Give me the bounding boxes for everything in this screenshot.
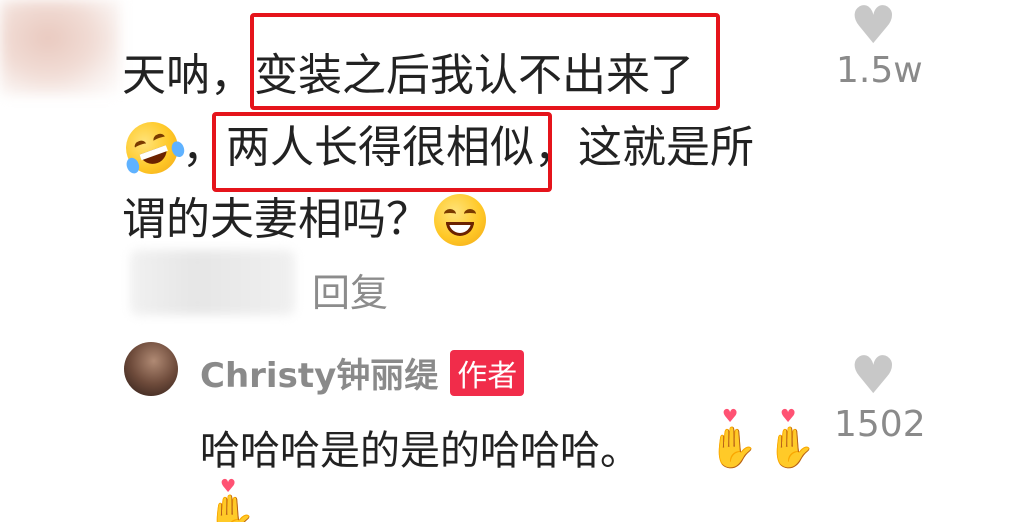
finger-heart-icon: ♥ ✋ bbox=[708, 406, 758, 471]
highlight-box-1 bbox=[250, 13, 720, 110]
heart-icon: ♥ bbox=[850, 0, 897, 48]
avatar[interactable] bbox=[124, 342, 178, 396]
comment-line-3: 谓的夫妻相吗？ bbox=[122, 184, 822, 256]
reply-like-button[interactable]: ♥ bbox=[850, 350, 910, 402]
reply-text: 哈哈哈是的是的哈哈哈。 bbox=[200, 418, 640, 476]
comment-line3-text: 谓的夫妻相吗？ bbox=[122, 194, 430, 245]
reply-header: Christy钟丽缇 作者 bbox=[200, 348, 525, 397]
reply-text-content: 哈哈哈是的是的哈哈哈。 bbox=[200, 428, 640, 474]
blurred-avatar bbox=[0, 0, 120, 95]
reply-username[interactable]: Christy钟丽缇 bbox=[200, 348, 438, 397]
author-badge: 作者 bbox=[450, 349, 525, 396]
comment-line1-prefix: 天呐， bbox=[122, 50, 254, 101]
highlight-box-2 bbox=[212, 112, 552, 192]
finger-heart-icon: ♥ ✋ bbox=[206, 478, 250, 522]
finger-heart-icon: ♥ ✋ bbox=[766, 406, 816, 471]
blurred-username bbox=[130, 250, 295, 315]
grinning-emoji-icon bbox=[434, 194, 486, 246]
comment-line2-suffix: ，这就是所 bbox=[534, 122, 754, 173]
like-button[interactable]: ♥ bbox=[850, 0, 910, 48]
reply-button[interactable]: 回复 bbox=[312, 262, 388, 317]
reply-like-count: 1502 bbox=[834, 404, 926, 445]
like-count: 1.5w bbox=[836, 50, 923, 91]
heart-icon: ♥ bbox=[850, 346, 897, 406]
rolling-laughing-emoji-icon bbox=[118, 114, 187, 182]
